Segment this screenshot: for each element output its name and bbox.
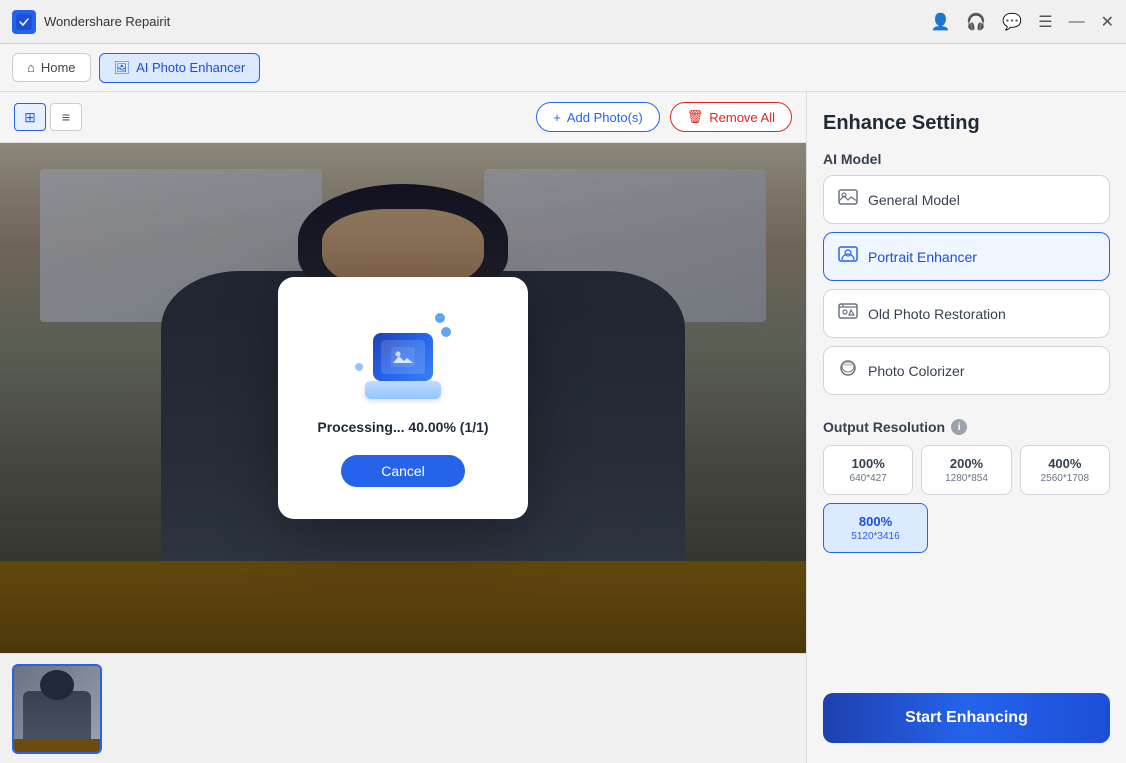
tab-ai-photo-enhancer[interactable]: 🖼 AI Photo Enhancer (99, 53, 261, 83)
icon-dot-right (441, 327, 451, 337)
close-icon[interactable]: ✕ (1101, 12, 1114, 32)
processing-text: Processing... 40.00% (1/1) (317, 419, 488, 435)
colorizer-label: Photo Colorizer (868, 363, 965, 379)
grid-view-button[interactable]: ⊞ (14, 103, 46, 131)
res-200-pct: 200% (928, 456, 1004, 471)
home-tab-label: Home (41, 60, 76, 75)
add-icon: + (553, 110, 561, 125)
minimize-icon[interactable]: — (1069, 13, 1085, 31)
list-icon: ≡ (62, 109, 70, 125)
titlebar: Wondershare Repairit 👤 🎧 💬 ☰ — ✕ (0, 0, 1126, 44)
thumb-desk (14, 739, 100, 752)
ai-model-section: AI Model General Model (823, 151, 1110, 403)
resolution-label: Output Resolution (823, 419, 945, 435)
start-enhancing-button[interactable]: Start Enhancing (823, 693, 1110, 743)
start-button-container: Start Enhancing (823, 585, 1110, 743)
titlebar-controls: 👤 🎧 💬 ☰ — ✕ (930, 12, 1114, 32)
add-photos-button[interactable]: + Add Photo(s) (536, 102, 659, 132)
list-view-button[interactable]: ≡ (50, 103, 82, 131)
right-panel: Enhance Setting AI Model General Model (806, 92, 1126, 763)
remove-all-label: Remove All (709, 110, 775, 125)
processing-modal: Processing... 40.00% (1/1) Cancel (278, 277, 528, 519)
colorizer-icon (838, 359, 858, 382)
grid-icon: ⊞ (24, 109, 36, 126)
res-100-pct: 100% (830, 456, 906, 471)
image-area: Processing... 40.00% (1/1) Cancel (0, 143, 806, 653)
left-panel: ⊞ ≡ + Add Photo(s) 🗑 Remove All (0, 92, 806, 763)
add-photos-label: Add Photo(s) (567, 110, 643, 125)
cancel-button[interactable]: Cancel (341, 455, 465, 487)
output-resolution-section: Output Resolution i 100% 640*427 200% 12… (823, 419, 1110, 553)
icon-dot-top (435, 313, 445, 323)
thumbnail-strip (0, 653, 806, 763)
headset-icon[interactable]: 🎧 (966, 12, 986, 32)
portrait-icon (838, 245, 858, 268)
toolbar-actions: + Add Photo(s) 🗑 Remove All (536, 102, 792, 132)
titlebar-left: Wondershare Repairit (12, 10, 170, 34)
resolution-header: Output Resolution i (823, 419, 1110, 435)
enhance-setting-title: Enhance Setting (823, 112, 1110, 135)
resolution-200-button[interactable]: 200% 1280*854 (921, 445, 1011, 495)
chat-icon[interactable]: 💬 (1002, 12, 1022, 32)
res-800-pct: 800% (830, 514, 921, 529)
res-400-dim: 2560*1708 (1027, 473, 1103, 484)
old-photo-icon (838, 302, 858, 325)
app-title: Wondershare Repairit (44, 14, 170, 29)
icon-platform (365, 381, 441, 399)
resolution-100-button[interactable]: 100% 640*427 (823, 445, 913, 495)
tabbar: ⌂ Home 🖼 AI Photo Enhancer (0, 44, 1126, 92)
trash-icon: 🗑 (687, 109, 704, 125)
info-symbol: i (958, 422, 961, 433)
old-photo-label: Old Photo Restoration (868, 306, 1006, 322)
app-icon (12, 10, 36, 34)
general-model-button[interactable]: General Model (823, 175, 1110, 224)
icon-screen-inner (381, 340, 425, 374)
account-icon[interactable]: 👤 (930, 12, 950, 32)
thumbnail-item[interactable] (12, 664, 102, 754)
remove-all-button[interactable]: 🗑 Remove All (670, 102, 792, 132)
icon-dot-left (355, 363, 363, 371)
res-200-dim: 1280*854 (928, 473, 1004, 484)
general-model-label: General Model (868, 192, 960, 208)
res-400-pct: 400% (1027, 456, 1103, 471)
general-model-icon (838, 188, 858, 211)
resolution-400-button[interactable]: 400% 2560*1708 (1020, 445, 1110, 495)
info-icon[interactable]: i (951, 419, 967, 435)
res-800-dim: 5120*3416 (830, 531, 921, 542)
enhancer-tab-label: AI Photo Enhancer (136, 60, 245, 75)
tab-home[interactable]: ⌂ Home (12, 53, 91, 82)
old-photo-restoration-button[interactable]: Old Photo Restoration (823, 289, 1110, 338)
image-toolbar: ⊞ ≡ + Add Photo(s) 🗑 Remove All (0, 92, 806, 143)
home-icon: ⌂ (27, 60, 35, 75)
thumb-head (40, 670, 74, 700)
resolution-800-button[interactable]: 800% 5120*3416 (823, 503, 928, 553)
photo-colorizer-button[interactable]: Photo Colorizer (823, 346, 1110, 395)
processing-overlay: Processing... 40.00% (1/1) Cancel (0, 143, 806, 653)
portrait-enhancer-label: Portrait Enhancer (868, 249, 977, 265)
main-layout: ⊞ ≡ + Add Photo(s) 🗑 Remove All (0, 92, 1126, 763)
portrait-enhancer-button[interactable]: Portrait Enhancer (823, 232, 1110, 281)
icon-device (373, 333, 433, 381)
processing-icon (353, 309, 453, 399)
resolution-grid-top: 100% 640*427 200% 1280*854 400% 2560*170… (823, 445, 1110, 495)
menu-icon[interactable]: ☰ (1038, 12, 1052, 32)
ai-model-label: AI Model (823, 151, 1110, 167)
enhancer-tab-icon: 🖼 (114, 60, 131, 76)
view-toggle: ⊞ ≡ (14, 103, 82, 131)
res-100-dim: 640*427 (830, 473, 906, 484)
